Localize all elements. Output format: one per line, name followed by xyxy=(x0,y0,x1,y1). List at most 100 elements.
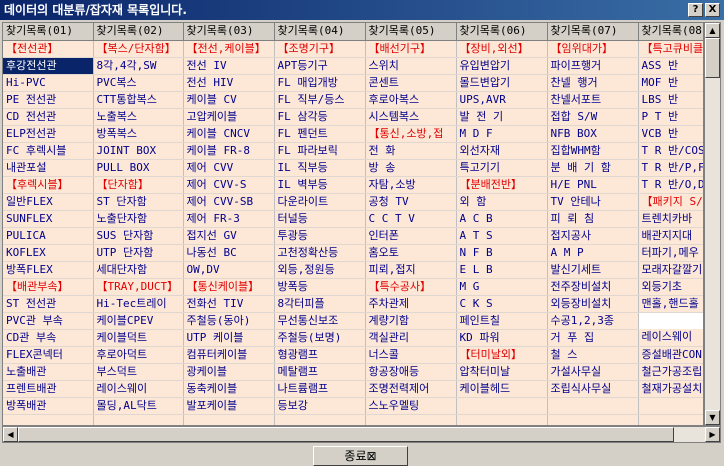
item-cell[interactable]: 제어 CVV-S xyxy=(183,176,275,194)
item-cell[interactable]: 찬넬서포트 xyxy=(547,91,639,109)
item-cell[interactable]: 방폭등 xyxy=(274,278,366,296)
item-cell[interactable]: ELP전선관 xyxy=(3,125,94,143)
item-cell[interactable]: T R 반/P,F xyxy=(638,159,703,177)
item-cell[interactable]: OW,DV xyxy=(183,261,275,279)
item-cell[interactable]: 트렌치카바 xyxy=(638,210,703,228)
item-cell[interactable]: T R 반/COS xyxy=(638,142,703,160)
item-cell[interactable]: 터널등 xyxy=(274,210,366,228)
item-cell[interactable]: 메탈램프 xyxy=(274,363,366,381)
category-header-cell[interactable]: 【전선,케이블】 xyxy=(183,40,275,58)
vertical-scrollbar[interactable]: ▲ ▼ xyxy=(704,22,721,426)
item-cell[interactable]: 제어 CVV-SB xyxy=(183,193,275,211)
item-cell[interactable]: 동축케이블 xyxy=(183,380,275,398)
column-header[interactable]: 찾기목록(05) xyxy=(365,23,457,41)
item-cell[interactable]: 세대단자함 xyxy=(93,261,184,279)
item-cell[interactable]: 컴퓨터케이블 xyxy=(183,346,275,364)
item-cell[interactable]: 철 스 xyxy=(547,346,639,364)
close-window-button[interactable]: X xyxy=(705,3,720,17)
item-cell[interactable]: 방폭배관 xyxy=(3,397,94,415)
item-cell[interactable]: 제어 CVV xyxy=(183,159,275,177)
item-cell[interactable]: KD 파워 xyxy=(456,329,548,347)
item-cell[interactable]: ST 단자함 xyxy=(93,193,184,211)
item-cell[interactable]: 모래자갈깔기 xyxy=(638,261,703,279)
category-header-cell[interactable]: 【배선기구】 xyxy=(365,40,457,58)
item-cell[interactable]: 전선 IV xyxy=(183,57,275,75)
item-cell[interactable]: PULICA xyxy=(3,227,94,245)
item-cell[interactable]: PE 전선관 xyxy=(3,91,94,109)
item-cell[interactable]: NFB BOX xyxy=(547,125,639,143)
item-cell[interactable]: 인터폰 xyxy=(365,227,457,245)
horizontal-scrollbar[interactable]: ◀ ▶ xyxy=(2,426,721,443)
item-cell[interactable]: 방폭FLEX xyxy=(3,261,94,279)
item-cell[interactable]: 외 함 xyxy=(456,193,548,211)
item-cell[interactable]: 전선 HIV xyxy=(183,74,275,92)
item-cell[interactable]: IL 벽부등 xyxy=(274,176,366,194)
item-cell[interactable]: 나트륨램프 xyxy=(274,380,366,398)
item-cell[interactable]: 방 송 xyxy=(365,159,457,177)
item-cell[interactable]: UPS,AVR xyxy=(456,91,548,109)
item-cell[interactable]: 케이블 CV xyxy=(183,91,275,109)
item-cell[interactable]: LBS 반 xyxy=(638,91,703,109)
item-cell[interactable]: 맨홀,핸드홀 xyxy=(638,295,703,313)
item-cell[interactable]: M D F xyxy=(456,125,548,143)
item-cell[interactable]: 콘센트 xyxy=(365,74,457,92)
item-cell[interactable]: 자탐,소방 xyxy=(365,176,457,194)
column-header[interactable]: 찾기목록(02) xyxy=(93,23,184,41)
item-cell[interactable]: 케이블 FR-8 xyxy=(183,142,275,160)
item-cell[interactable]: 고천정확산등 xyxy=(274,244,366,262)
item-cell[interactable]: 프렌트배관 xyxy=(3,380,94,398)
item-cell[interactable]: 레이스웨이 xyxy=(638,329,703,347)
item-cell[interactable]: 철근가공조립 xyxy=(638,363,703,381)
item-cell[interactable]: 계량기함 xyxy=(365,312,457,330)
item-cell[interactable]: 8각터피플 xyxy=(274,295,366,313)
scroll-right-arrow-icon[interactable]: ▶ xyxy=(705,427,720,442)
item-cell[interactable]: 전 화 xyxy=(365,142,457,160)
item-cell[interactable]: 접지선 GV xyxy=(183,227,275,245)
item-cell[interactable]: 증설배관CON xyxy=(638,346,703,364)
column-header[interactable]: 찾기목록(03) xyxy=(183,23,275,41)
item-cell[interactable]: 객실관리 xyxy=(365,329,457,347)
horizontal-scroll-thumb[interactable] xyxy=(18,427,674,442)
item-cell[interactable]: 나동선 BC xyxy=(183,244,275,262)
item-cell[interactable]: 일반FLEX xyxy=(3,193,94,211)
item-cell[interactable]: 배관지지대 xyxy=(638,227,703,245)
category-header-cell[interactable]: 【분배전반】 xyxy=(456,176,548,194)
item-cell[interactable]: 전주장비설치 xyxy=(547,278,639,296)
item-cell[interactable]: 케이블CPEV xyxy=(93,312,184,330)
item-cell[interactable]: C K S xyxy=(456,295,548,313)
item-cell[interactable]: 거 푸 집 xyxy=(547,329,639,347)
item-cell[interactable]: SUNFLEX xyxy=(3,210,94,228)
item-cell[interactable]: 항공장애등 xyxy=(365,363,457,381)
item-cell[interactable]: H/E PNL xyxy=(547,176,639,194)
item-cell[interactable]: 피 뢰 침 xyxy=(547,210,639,228)
item-cell[interactable]: 발 전 기 xyxy=(456,108,548,126)
column-header[interactable]: 찾기목록(08) xyxy=(638,23,703,41)
category-header-cell[interactable]: 【통신,소방,접 xyxy=(365,125,457,143)
item-cell[interactable]: 내관포설 xyxy=(3,159,94,177)
category-header-cell[interactable]: 【후렉시블】 xyxy=(3,176,94,194)
item-cell[interactable]: C C T V xyxy=(365,210,457,228)
item-cell[interactable]: 주차관제 xyxy=(365,295,457,313)
category-header-cell[interactable]: 【특고큐비클 xyxy=(638,40,703,58)
item-cell[interactable]: 조명전력제어 xyxy=(365,380,457,398)
column-header[interactable]: 찾기목록(04) xyxy=(274,23,366,41)
vertical-scroll-thumb[interactable] xyxy=(705,38,720,78)
item-cell[interactable]: 터파기,메우 xyxy=(638,244,703,262)
item-cell[interactable]: IL 직부등 xyxy=(274,159,366,177)
item-cell[interactable]: CD 전선관 xyxy=(3,108,94,126)
item-cell[interactable]: 가설사무실 xyxy=(547,363,639,381)
item-cell[interactable]: 레이스웨이 xyxy=(93,380,184,398)
item-cell[interactable]: 공청 TV xyxy=(365,193,457,211)
item-cell[interactable]: 방폭복스 xyxy=(93,125,184,143)
item-cell[interactable]: PVC관 부속 xyxy=(3,312,94,330)
item-cell[interactable]: A C B xyxy=(456,210,548,228)
item-cell[interactable]: 케이블 CNCV xyxy=(183,125,275,143)
category-header-cell[interactable]: 【전선관】 xyxy=(3,40,94,58)
item-cell[interactable]: 등보강 xyxy=(274,397,366,415)
item-cell[interactable]: ASS 반 xyxy=(638,57,703,75)
item-cell[interactable]: 케이블덕트 xyxy=(93,329,184,347)
item-cell[interactable]: KOFLEX xyxy=(3,244,94,262)
item-cell[interactable]: FL 매입개방 xyxy=(274,74,366,92)
item-cell[interactable]: FC 후렉시블 xyxy=(3,142,94,160)
item-cell[interactable]: SUS 단자함 xyxy=(93,227,184,245)
